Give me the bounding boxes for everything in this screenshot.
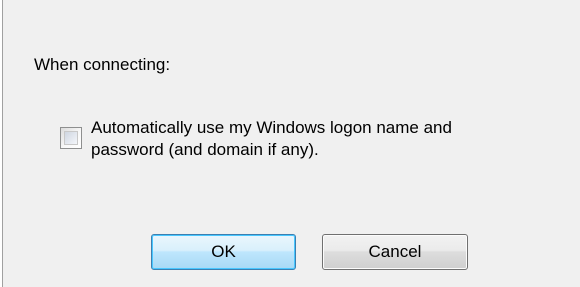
- cancel-button[interactable]: Cancel: [322, 234, 468, 270]
- auto-logon-checkbox[interactable]: [60, 127, 82, 149]
- ok-button[interactable]: OK: [151, 234, 296, 270]
- when-connecting-label: When connecting:: [34, 55, 171, 74]
- auto-logon-checkbox-label[interactable]: Automatically use my Windows logon name …: [91, 117, 561, 161]
- auto-logon-label-line-2: password (and domain if any).: [91, 140, 319, 159]
- auto-logon-label-line-1: Automatically use my Windows logon name …: [91, 118, 452, 137]
- dialog-left-edge: [0, 0, 3, 287]
- credentials-dialog: When connecting: Automatically use my Wi…: [0, 0, 580, 287]
